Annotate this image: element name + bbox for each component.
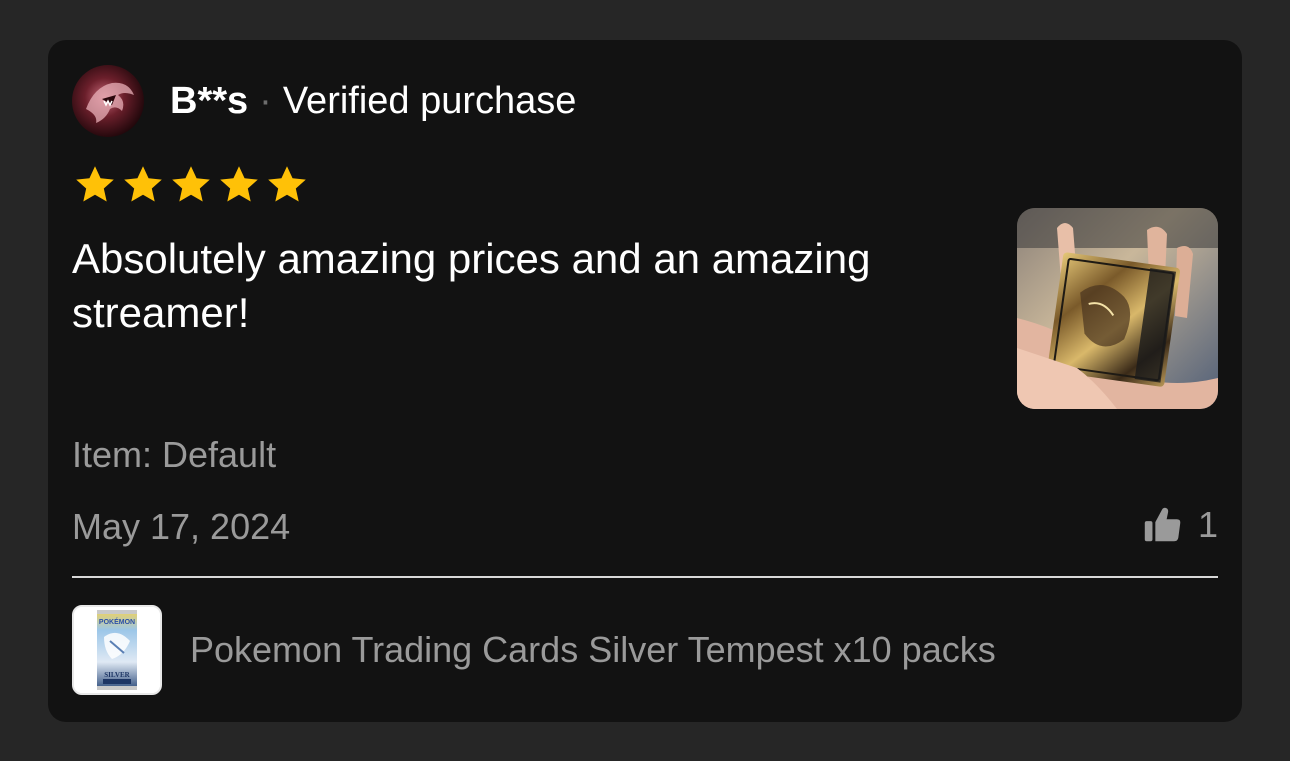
- review-text: Absolutely amazing prices and an amazing…: [72, 235, 871, 336]
- product-name: Pokemon Trading Cards Silver Tempest x10…: [190, 629, 996, 670]
- svg-text:POKÉMON: POKÉMON: [99, 617, 135, 626]
- review-card: B**s · Verified purchase Absolutely amaz…: [48, 40, 1242, 722]
- separator-dot: ·: [259, 79, 272, 122]
- review-header: B**s · Verified purchase: [72, 64, 576, 138]
- product-thumbnail: POKÉMON SILVER: [72, 605, 162, 695]
- review-date: May 17, 2024: [72, 506, 291, 547]
- star-icon: [220, 166, 258, 202]
- verified-purchase-label: Verified purchase: [282, 79, 577, 122]
- helpful-count: 1: [1197, 504, 1218, 545]
- svg-text:SILVER: SILVER: [104, 671, 130, 679]
- star-icon: [172, 166, 210, 202]
- thumbs-up-icon: [1144, 507, 1181, 542]
- product-link[interactable]: POKÉMON SILVER Pokemon Trading Cards Sil…: [72, 602, 996, 698]
- star-icon: [76, 166, 114, 202]
- review-photo[interactable]: [1017, 208, 1218, 409]
- star-icon: [268, 166, 306, 202]
- divider: [72, 576, 1218, 578]
- star-rating: [72, 162, 310, 208]
- reviewer-name: B**s: [170, 79, 249, 122]
- star-icon: [124, 166, 162, 202]
- helpful-button[interactable]: 1: [1140, 502, 1218, 548]
- avatar[interactable]: [72, 65, 144, 137]
- item-variant: Item: Default: [72, 434, 277, 475]
